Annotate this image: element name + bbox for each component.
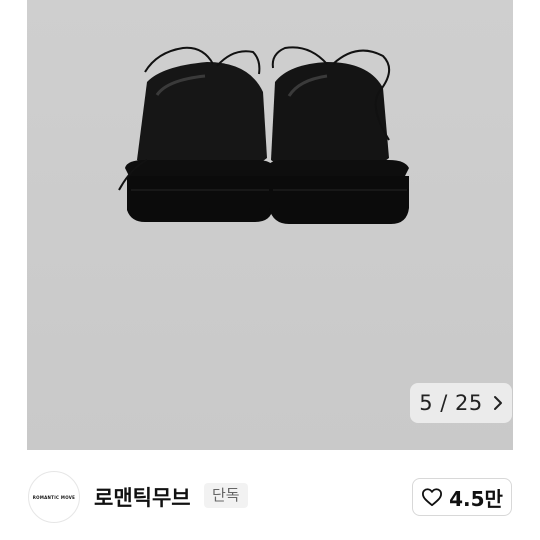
store-name[interactable]: 로맨틱무브 xyxy=(94,482,191,512)
image-counter[interactable]: 5 / 25 xyxy=(410,383,512,423)
chevron-right-icon[interactable] xyxy=(493,395,503,411)
store-logo-avatar[interactable]: ROMANTIC MOVE xyxy=(28,471,80,523)
product-image-gallery[interactable]: 5 / 25 xyxy=(0,0,540,450)
store-logo-text: ROMANTIC MOVE xyxy=(32,494,76,500)
right-shoe xyxy=(267,46,409,224)
image-counter-text: 5 / 25 xyxy=(419,391,483,415)
left-shoe xyxy=(118,46,275,222)
like-button[interactable]: 4.5만 xyxy=(412,478,512,516)
exclusive-badge: 단독 xyxy=(204,483,248,508)
like-count: 4.5만 xyxy=(449,486,503,511)
heart-outline-icon xyxy=(422,488,443,507)
